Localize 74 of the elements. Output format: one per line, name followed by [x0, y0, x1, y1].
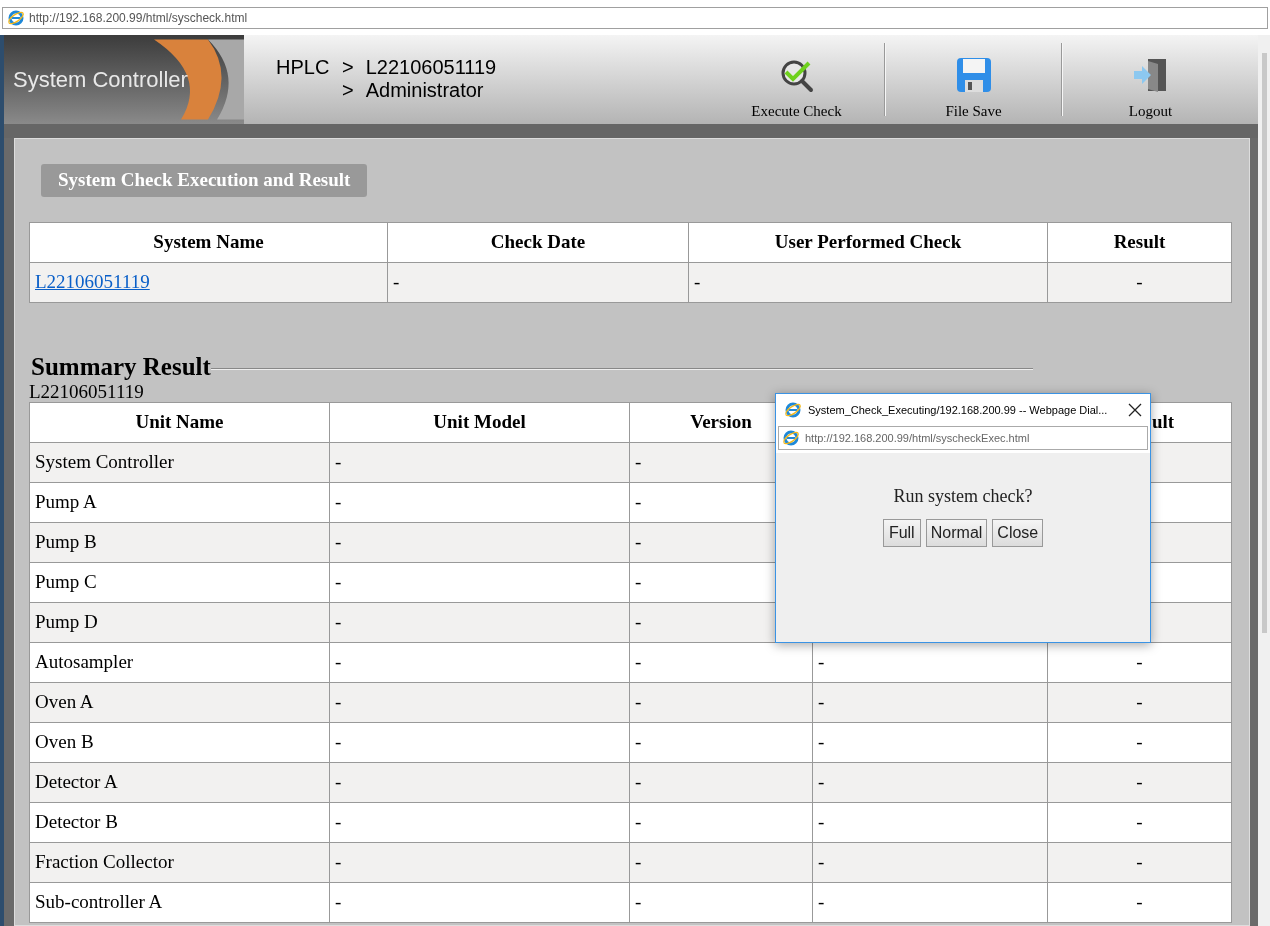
breadcrumb-separator: > — [342, 79, 354, 102]
close-icon[interactable] — [1128, 403, 1142, 417]
system-link[interactable]: L22106051119 — [35, 270, 150, 292]
table-cell: - — [329, 722, 630, 762]
table-cell: Pump A — [29, 482, 330, 522]
table-cell: - — [629, 722, 813, 762]
table-cell: - — [329, 762, 630, 802]
table-cell: - — [629, 842, 813, 882]
toolbar-button[interactable]: File Save — [886, 35, 1061, 124]
table-cell: - — [629, 762, 813, 802]
breadcrumb-item: Administrator — [365, 79, 484, 102]
table-cell: Detector B — [29, 802, 330, 842]
table-cell: - — [329, 602, 630, 642]
table-cell: - — [812, 882, 1048, 922]
table-cell: - — [1047, 882, 1232, 922]
breadcrumb-item: L22106051119 — [365, 56, 497, 79]
table-cell: - — [387, 262, 689, 302]
breadcrumb-separator: > — [342, 56, 354, 79]
dialog-button[interactable]: Full — [882, 519, 921, 547]
table-cell: - — [1047, 262, 1232, 302]
table-cell: - — [329, 562, 630, 602]
table-cell: - — [812, 802, 1048, 842]
breadcrumb-root: HPLC — [276, 56, 331, 80]
table-cell: - — [329, 522, 630, 562]
table-cell: - — [329, 682, 630, 722]
column-header: Result — [1047, 222, 1232, 262]
table-cell: - — [1047, 722, 1232, 762]
table-cell: - — [812, 722, 1048, 762]
table-cell: - — [812, 842, 1048, 882]
column-header: Unit Model — [329, 402, 630, 442]
toolbar-button[interactable]: Logout — [1063, 35, 1238, 124]
table-cell: - — [629, 802, 813, 842]
table-cell: System Controller — [29, 442, 330, 482]
dialog-button[interactable]: Close — [992, 519, 1044, 547]
dialog-button[interactable]: Normal — [925, 519, 988, 547]
table-cell: - — [812, 762, 1048, 802]
table-cell: - — [329, 842, 630, 882]
table-cell: Pump B — [29, 522, 330, 562]
section-title: System Check Execution and Result — [41, 164, 368, 197]
table-cell: - — [329, 442, 630, 482]
table-cell: Autosampler — [29, 642, 330, 682]
table-cell: - — [629, 682, 813, 722]
table-cell: - — [812, 682, 1048, 722]
table-cell: - — [1047, 802, 1232, 842]
table-cell: Fraction Collector — [29, 842, 330, 882]
table-cell: - — [329, 882, 630, 922]
table-cell: Oven B — [29, 722, 330, 762]
url-text: http://192.168.200.99/html/syscheck.html — [29, 10, 248, 27]
summary-heading: Summary Result — [31, 352, 211, 381]
browser-icon — [784, 401, 802, 419]
table-cell: Pump D — [29, 602, 330, 642]
table-cell: - — [329, 482, 630, 522]
table-cell: - — [688, 262, 1048, 302]
logo-title: System Controller — [13, 66, 188, 94]
table-cell: - — [329, 642, 630, 682]
column-header: Unit Name — [29, 402, 330, 442]
column-header: User Performed Check — [688, 222, 1048, 262]
browser-icon — [782, 429, 800, 447]
table-cell: - — [1047, 842, 1232, 882]
toolbar-button[interactable]: Execute Check — [709, 35, 884, 124]
system-name: L22106051119 — [29, 380, 145, 402]
table-cell: Pump C — [29, 562, 330, 602]
table-cell: Sub-controller A — [29, 882, 330, 922]
table-cell: - — [629, 882, 813, 922]
table-cell: Detector A — [29, 762, 330, 802]
table-cell: - — [1047, 682, 1232, 722]
table-cell: - — [1047, 762, 1232, 802]
table-cell: - — [329, 802, 630, 842]
address-bar[interactable]: http://192.168.200.99/html/syscheck.html — [2, 7, 1268, 29]
column-header: Check Date — [387, 222, 689, 262]
table-cell: Oven A — [29, 682, 330, 722]
browser-icon — [7, 9, 25, 27]
dialog-message: Run system check? — [893, 485, 1033, 508]
column-header: System Name — [29, 222, 388, 262]
